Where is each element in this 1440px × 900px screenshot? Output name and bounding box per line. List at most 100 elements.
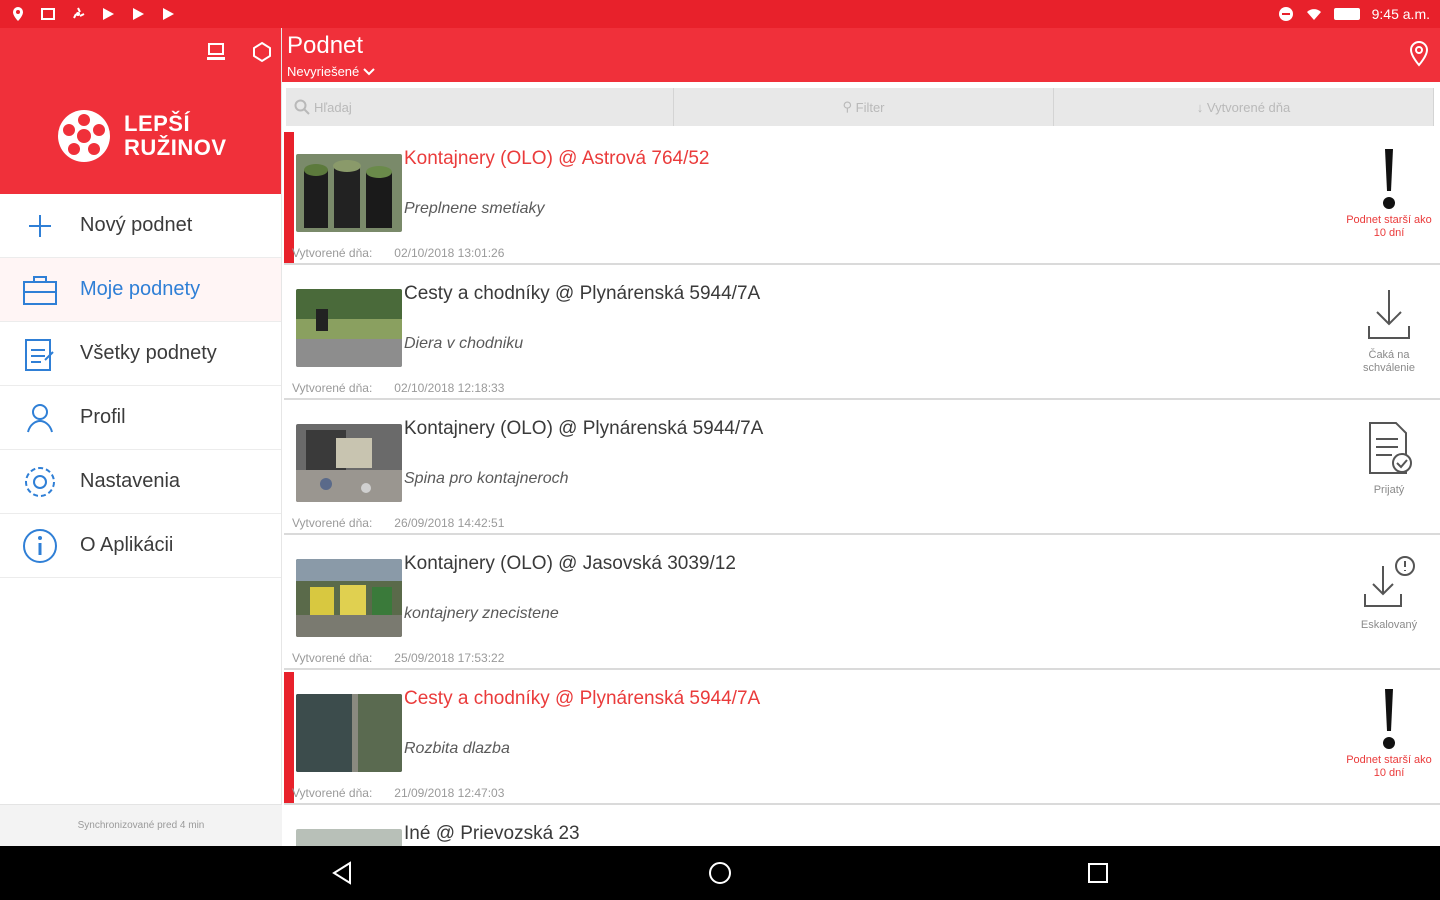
report-list: Kontajnery (OLO) @ Astrová 764/52 Prepln… [284, 130, 1440, 846]
logo-line-2: RUŽINOV [124, 135, 227, 160]
app-header: Podnet Nevyriešené [282, 28, 1440, 82]
exclamation-icon [1344, 144, 1434, 214]
search-icon [294, 99, 310, 115]
status-indicator: Podnet starší ako 10 dní [1344, 684, 1434, 802]
report-description: Preplnene smetiaky [404, 200, 545, 217]
sidebar-item-label: Nastavenia [80, 470, 181, 492]
status-label: Podnet starší ako 10 dní [1346, 214, 1432, 239]
map-pin-icon[interactable] [1408, 40, 1430, 68]
dnd-icon [1278, 7, 1293, 21]
created-date: 02/10/2018 13:01:26 [394, 246, 505, 260]
list-item[interactable]: Iné @ Prievozská 23 [284, 805, 1440, 846]
recents-square-icon [1088, 863, 1108, 883]
created-label: Vytvorené dňa: [292, 516, 373, 530]
status-indicator: Prijatý [1344, 414, 1434, 532]
created-label: Vytvorené dňa: [292, 381, 373, 395]
report-thumbnail [296, 694, 402, 772]
report-description: kontajnery znecistene [404, 605, 559, 622]
created-date: 02/10/2018 12:18:33 [394, 381, 505, 395]
sort-label: Vytvorené dňa [1206, 99, 1291, 115]
status-bar: 9:45 a.m. [0, 0, 1440, 28]
user-icon [22, 400, 58, 436]
recents-button[interactable] [909, 862, 1287, 884]
sidebar-item-label: Nový podnet [80, 214, 193, 236]
sidebar-item-new-report[interactable]: Nový podnet [0, 194, 281, 258]
report-meta: Vytvorené dňa: 02/10/2018 12:18:33 [292, 381, 504, 395]
chevron-down-icon [363, 67, 375, 75]
sidebar-item-profile[interactable]: Profil [0, 386, 281, 450]
report-description: Diera v chodniku [404, 335, 524, 352]
list-toolbar: Hľadaj ⚲ Filter ↓ Vytvorené dňa [286, 88, 1434, 126]
play-store-icon [133, 8, 144, 20]
sort-button[interactable]: ↓ Vytvorené dňa [1054, 88, 1434, 126]
status-indicator: Podnet starší ako 10 dní [1344, 144, 1434, 262]
fan-icon [73, 7, 85, 19]
status-label: Čaká na schválenie [1363, 349, 1415, 374]
back-button[interactable] [153, 861, 531, 885]
sidebar-item-label: Všetky podnety [80, 342, 217, 364]
created-date: 26/09/2018 14:42:51 [394, 516, 505, 530]
funnel-icon: ⚲ [842, 99, 852, 114]
download-tray-icon [1344, 279, 1434, 349]
sidebar-item-label: O Aplikácii [80, 534, 174, 556]
play-store-icon [103, 8, 114, 20]
home-button[interactable] [531, 861, 909, 885]
battery-icon [1333, 8, 1360, 20]
status-label: Eskalovaný [1360, 619, 1418, 631]
report-title: Cesty a chodníky @ Plynárenská 5944/7A [404, 283, 761, 304]
report-title: Iné @ Prievozská 23 [404, 823, 580, 844]
gear-icon [22, 464, 58, 500]
page-title: Podnet [287, 32, 364, 59]
report-description: Rozbita dlazba [404, 740, 510, 757]
report-meta: Vytvorené dňa: 26/09/2018 14:42:51 [292, 516, 504, 530]
computer-icon[interactable] [204, 40, 228, 64]
status-label: Prijatý [1373, 484, 1405, 496]
list-item[interactable]: Kontajnery (OLO) @ Astrová 764/52 Prepln… [284, 130, 1440, 265]
back-triangle-icon [332, 861, 351, 885]
status-label: Podnet starší ako 10 dní [1346, 754, 1432, 779]
status-indicator: Eskalovaný [1344, 549, 1434, 667]
sidebar-item-settings[interactable]: Nastavenia [0, 450, 281, 514]
report-title: Kontajnery (OLO) @ Jasovská 3039/12 [404, 553, 736, 574]
briefcase-icon [22, 272, 58, 308]
sidebar-item-about[interactable]: O Aplikácii [0, 514, 281, 578]
search-placeholder: Hľadaj [314, 99, 352, 115]
info-icon [22, 528, 58, 564]
list-item[interactable]: Kontajnery (OLO) @ Plynárenská 5944/7A S… [284, 400, 1440, 535]
list-item[interactable]: Cesty a chodníky @ Plynárenská 5944/7A R… [284, 670, 1440, 805]
document-check-icon [1344, 414, 1434, 484]
sync-status: Synchronizované pred 4 min [0, 804, 282, 846]
report-thumbnail [296, 559, 402, 637]
report-thumbnail [296, 289, 402, 367]
search-input[interactable]: Hľadaj [286, 88, 674, 126]
report-title: Kontajnery (OLO) @ Plynárenská 5944/7A [404, 418, 764, 439]
plus-icon [22, 208, 58, 244]
created-label: Vytvorené dňa: [292, 786, 373, 800]
sidebar-item-label: Profil [80, 406, 126, 428]
filter-label: Filter [855, 99, 885, 115]
report-meta: Vytvorené dňa: 02/10/2018 13:01:26 [292, 246, 504, 260]
location-icon [13, 7, 23, 21]
sidebar-item-my-reports[interactable]: Moje podnety [0, 258, 281, 322]
list-item[interactable]: Kontajnery (OLO) @ Jasovská 3039/12 kont… [284, 535, 1440, 670]
status-filter-dropdown[interactable]: Nevyriešené [287, 64, 375, 79]
report-meta: Vytvorené dňa: 21/09/2018 12:47:03 [292, 786, 504, 800]
system-nav-bar [0, 846, 1440, 900]
play-store-icon [163, 8, 174, 20]
created-date: 25/09/2018 17:53:22 [394, 651, 505, 665]
report-thumbnail [296, 424, 402, 502]
filter-button[interactable]: ⚲ Filter [674, 88, 1054, 126]
report-description: Spina pro kontajneroch [404, 470, 569, 487]
report-title: Kontajnery (OLO) @ Astrová 764/52 [404, 148, 710, 169]
sidebar-item-label: Moje podnety [80, 278, 201, 300]
report-meta: Vytvorené dňa: 25/09/2018 17:53:22 [292, 651, 504, 665]
logo: LEPŠÍ RUŽINOV [56, 108, 227, 164]
clock: 9:45 a.m. [1371, 6, 1430, 22]
hexagon-icon[interactable] [250, 40, 274, 64]
escalated-icon [1344, 549, 1434, 619]
sidebar-header: LEPŠÍ RUŽINOV [0, 28, 281, 194]
sidebar: LEPŠÍ RUŽINOV Nový podnet Moje podnety V… [0, 28, 282, 846]
list-item[interactable]: Cesty a chodníky @ Plynárenská 5944/7A D… [284, 265, 1440, 400]
created-label: Vytvorené dňa: [292, 246, 373, 260]
sidebar-item-all-reports[interactable]: Všetky podnety [0, 322, 281, 386]
